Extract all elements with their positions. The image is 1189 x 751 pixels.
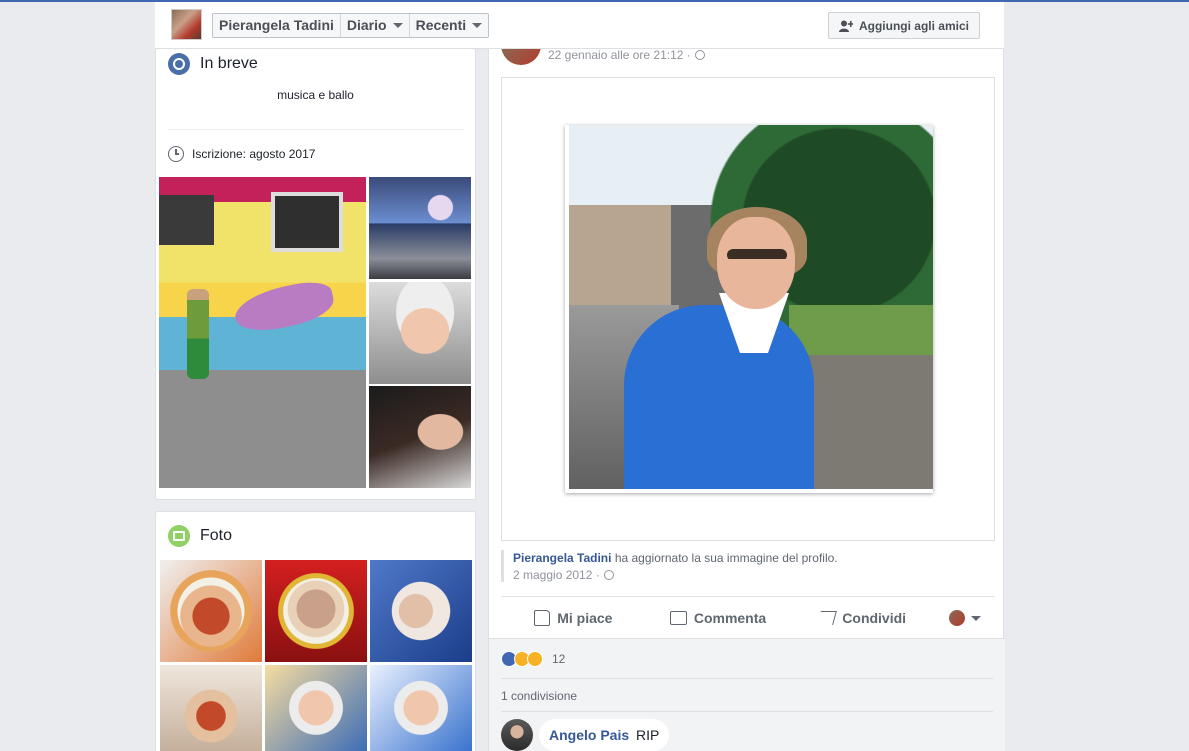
photos-card: Foto xyxy=(155,511,476,751)
photo-thumbnail[interactable] xyxy=(370,560,472,662)
intro-card: In breve musica e ballo Iscrizione: agos… xyxy=(155,48,476,500)
post-actions: Mi piace Commenta Condividi xyxy=(501,604,995,632)
comment-bubble: Angelo Pais RIP xyxy=(539,719,670,751)
reactions-summary[interactable]: 12 xyxy=(501,651,565,667)
photos-header: Foto xyxy=(168,525,232,547)
profile-name: Pierangela Tadini xyxy=(219,17,334,33)
tab-label: Diario xyxy=(346,17,387,33)
tab-label: Recenti xyxy=(415,17,467,33)
timeline-post: 22 gennaio alle ore 21:12 · Pierangela T… xyxy=(488,2,1005,751)
comment-button[interactable]: Commenta xyxy=(646,610,791,626)
like-button[interactable]: Mi piace xyxy=(501,610,646,626)
photo-person-face xyxy=(717,217,795,309)
globe-icon xyxy=(168,53,190,75)
chevron-down-icon xyxy=(472,23,483,28)
featured-photo-mural[interactable] xyxy=(159,177,366,488)
thumbs-up-icon xyxy=(534,610,551,626)
shares-count[interactable]: 1 condivisione xyxy=(501,689,577,703)
commenter-avatar[interactable] xyxy=(501,719,533,751)
comment-label: Commenta xyxy=(693,610,767,626)
add-friend-button[interactable]: Aggiungi agli amici xyxy=(827,12,980,39)
featured-photos xyxy=(159,177,471,489)
profile-photo[interactable] xyxy=(565,125,933,493)
shared-caption-line: Pierangela Tadini ha aggiornato la sua i… xyxy=(513,550,995,566)
add-friend-icon xyxy=(838,20,853,32)
profile-photo-image xyxy=(569,125,933,489)
commenter-name[interactable]: Angelo Pais xyxy=(549,727,629,743)
shared-caption: Pierangela Tadini ha aggiornato la sua i… xyxy=(501,550,995,582)
profile-nav: Pierangela Tadini Diario Recenti xyxy=(212,13,490,38)
shared-date-text[interactable]: 2 maggio 2012 · xyxy=(513,568,600,582)
divider xyxy=(501,711,993,712)
mural-dolphin xyxy=(230,277,338,337)
photo-thumbnail[interactable] xyxy=(160,560,262,662)
comment-item: Angelo Pais RIP xyxy=(501,719,670,751)
post-timestamp: 22 gennaio alle ore 21:12 · xyxy=(548,48,705,62)
intro-header: In breve xyxy=(168,53,258,75)
chevron-down-icon xyxy=(392,23,403,28)
share-arrow-icon xyxy=(817,611,838,625)
audience-selector[interactable] xyxy=(935,610,995,626)
profile-header-bar: Pierangela Tadini Diario Recenti Aggiung… xyxy=(155,2,1004,49)
photo-thumbnail[interactable] xyxy=(265,560,367,662)
share-label: Condividi xyxy=(842,610,907,626)
avatar[interactable] xyxy=(171,9,202,40)
shared-author-link[interactable]: Pierangela Tadini xyxy=(513,551,611,565)
haha-reaction-icon xyxy=(527,651,543,667)
tab-recenti[interactable]: Recenti xyxy=(410,14,489,37)
share-button[interactable]: Condividi xyxy=(790,610,935,626)
divider xyxy=(501,596,995,597)
featured-photo-landscape[interactable] xyxy=(369,177,471,279)
profile-name-link[interactable]: Pierangela Tadini xyxy=(213,14,341,37)
clock-icon xyxy=(168,146,184,162)
photo-thumbnail[interactable] xyxy=(160,665,262,751)
shared-action-text: ha aggiornato la sua immagine del profil… xyxy=(614,551,838,565)
divider xyxy=(168,129,464,130)
comment-icon xyxy=(669,611,687,625)
tab-diario[interactable]: Diario xyxy=(341,14,410,37)
add-friend-label: Aggiungi agli amici xyxy=(858,18,969,33)
featured-photo-portrait[interactable] xyxy=(369,386,471,488)
joined-text: Iscrizione: agosto 2017 xyxy=(192,147,316,161)
chevron-down-icon xyxy=(971,615,982,621)
shared-content[interactable] xyxy=(501,77,995,541)
mural-person xyxy=(187,289,209,379)
featured-photo-selfie[interactable] xyxy=(369,282,471,384)
like-label: Mi piace xyxy=(557,610,613,626)
photos-title[interactable]: Foto xyxy=(200,527,232,545)
shared-date: 2 maggio 2012 · xyxy=(513,568,995,582)
audience-globe-icon xyxy=(694,50,705,60)
comment-text: RIP xyxy=(636,727,660,743)
intro-bio: musica e ballo xyxy=(277,88,354,102)
reactions-count: 12 xyxy=(552,652,566,666)
photo-thumbnail[interactable] xyxy=(265,665,367,751)
post-date-text[interactable]: 22 gennaio alle ore 21:12 · xyxy=(548,48,691,62)
divider xyxy=(501,678,993,679)
photo-person-body xyxy=(624,305,814,489)
avatar xyxy=(949,610,966,626)
photo-grid xyxy=(160,560,472,751)
photo-icon xyxy=(168,525,190,547)
intro-title: In breve xyxy=(200,55,258,72)
photo-thumbnail[interactable] xyxy=(370,665,472,751)
audience-globe-icon xyxy=(603,570,614,580)
photo-person-glasses xyxy=(727,249,787,261)
joined-info: Iscrizione: agosto 2017 xyxy=(168,146,315,162)
